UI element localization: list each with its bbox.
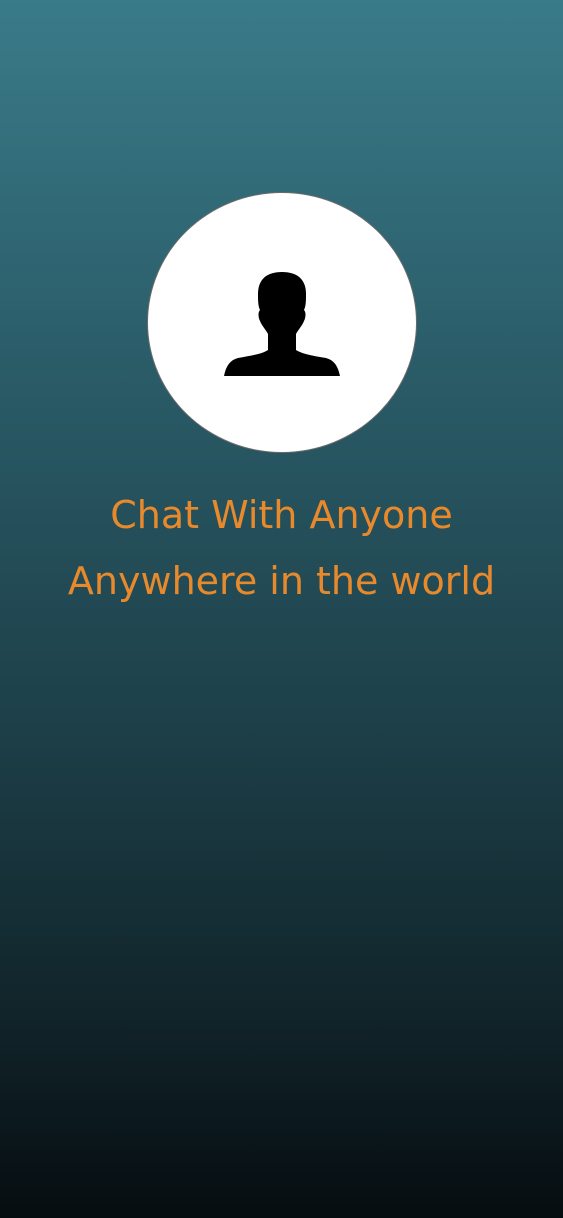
welcome-screen: Chat With Anyone Anywhere in the world [0,0,563,1218]
user-silhouette-icon [224,271,340,376]
tagline-line-1: Chat With Anyone [110,493,453,537]
avatar[interactable] [147,192,417,453]
tagline-line-2: Anywhere in the world [67,559,496,603]
